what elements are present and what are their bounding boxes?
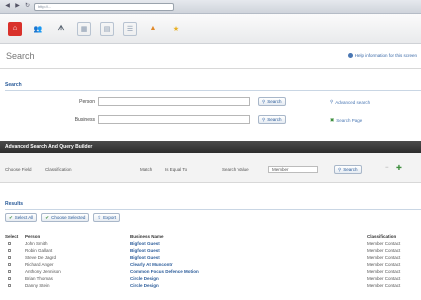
table-row[interactable]: John Smith Bigfoot Guest Member Contact bbox=[5, 241, 421, 248]
calendar-icon[interactable]: ▤ bbox=[100, 21, 114, 36]
home-icon[interactable]: ⌂ bbox=[8, 21, 22, 36]
page-icon: ▣ bbox=[330, 117, 335, 122]
match-select[interactable]: Is Equal To bbox=[165, 167, 187, 172]
table-row[interactable]: Robin Gallant Bigfoot Guest Member Contact bbox=[5, 248, 421, 255]
select-all-button[interactable]: ✔ Select All bbox=[5, 213, 38, 222]
row-checkbox[interactable] bbox=[5, 241, 19, 246]
business-label: Business bbox=[74, 117, 95, 123]
person-cell: Richard Anger bbox=[25, 262, 54, 267]
classification-cell: Member Contact bbox=[367, 262, 401, 267]
help-link[interactable]: Help information for this screen bbox=[347, 53, 417, 58]
business-link[interactable]: Circle Design bbox=[130, 283, 280, 288]
person-cell: John Smith bbox=[25, 241, 48, 246]
person-cell: Robin Gallant bbox=[25, 248, 53, 253]
person-label: Person bbox=[79, 99, 95, 105]
person-search-button[interactable]: ⚲ Search bbox=[258, 97, 286, 106]
results-section-title: Results bbox=[5, 201, 24, 207]
col-select: Select bbox=[5, 234, 19, 239]
classification-cell: Member Contact bbox=[367, 276, 401, 281]
match-label: Match bbox=[140, 167, 153, 172]
classification-cell: Member Contact bbox=[367, 248, 401, 253]
forward-icon[interactable]: ▶ bbox=[14, 3, 21, 10]
page-header: Search Help information for this screen bbox=[0, 44, 421, 69]
col-business: Business Name bbox=[130, 234, 164, 239]
list-icon[interactable]: ☰ bbox=[123, 21, 137, 36]
business-input[interactable] bbox=[98, 115, 250, 124]
check-icon: ✔ bbox=[45, 214, 50, 220]
business-link[interactable]: Clearly At Muncontr bbox=[130, 262, 280, 267]
business-link[interactable]: Common Focus Defence Motion bbox=[130, 269, 280, 274]
classification-cell: Member Contact bbox=[367, 269, 401, 274]
row-checkbox[interactable] bbox=[5, 262, 19, 267]
table-row[interactable]: Anthony Jennison Common Focus Defence Mot… bbox=[5, 269, 421, 276]
add-criteria-icon[interactable]: ✚ bbox=[396, 164, 402, 172]
advanced-search-button[interactable]: ⚲ Search bbox=[334, 165, 362, 174]
results-toolbar: ✔ Select All ✔ Choose Selected ⇪ Export bbox=[5, 213, 121, 222]
advanced-search-link[interactable]: ⚲ Advanced search bbox=[330, 99, 370, 105]
choose-field-label: Choose Field bbox=[5, 167, 32, 172]
export-icon: ⇪ bbox=[97, 214, 102, 220]
address-bar[interactable]: http://... bbox=[34, 2, 174, 11]
page-title: Search bbox=[6, 51, 35, 61]
grid-icon[interactable]: ▦ bbox=[77, 21, 91, 36]
remove-icon[interactable]: − bbox=[385, 165, 389, 171]
back-icon[interactable]: ◀ bbox=[4, 3, 11, 10]
refresh-icon[interactable]: ↻ bbox=[24, 3, 31, 10]
users-icon[interactable]: ᗑ bbox=[54, 22, 68, 36]
choose-field-select[interactable]: Classification bbox=[45, 167, 72, 172]
person-cell: Brian Thomas bbox=[25, 276, 53, 281]
section-divider bbox=[5, 90, 421, 91]
table-row[interactable]: Brian Thomas Circle Design Member Contact bbox=[5, 276, 421, 283]
classification-cell: Member Contact bbox=[367, 241, 401, 246]
advanced-section-title: Advanced Search And Query Builder bbox=[0, 141, 421, 153]
classification-cell: Member Contact bbox=[367, 283, 401, 288]
star-icon[interactable]: ★ bbox=[169, 22, 183, 36]
row-checkbox[interactable] bbox=[5, 255, 19, 260]
search-value-text: Member bbox=[272, 167, 289, 172]
person-cell: Anthony Jennison bbox=[25, 269, 61, 274]
section-divider bbox=[5, 209, 421, 210]
row-checkbox[interactable] bbox=[5, 283, 19, 288]
info-icon bbox=[347, 53, 353, 58]
table-row[interactable]: Danny Stein Circle Design Member Contact bbox=[5, 283, 421, 290]
choose-selected-button[interactable]: ✔ Choose Selected bbox=[41, 213, 90, 222]
person-cell: Danny Stein bbox=[25, 283, 50, 288]
search-icon: ⚲ bbox=[262, 116, 266, 122]
business-link[interactable]: Bigfoot Guest bbox=[130, 241, 280, 246]
table-header: Select Person Business Name Classificati… bbox=[5, 234, 421, 241]
export-button[interactable]: ⇪ Export bbox=[93, 213, 121, 222]
search-value-label: Search Value bbox=[222, 167, 249, 172]
search-icon: ⚲ bbox=[262, 98, 266, 104]
business-link[interactable]: Circle Design bbox=[130, 276, 280, 281]
results-table: Select Person Business Name Classificati… bbox=[5, 234, 421, 290]
search-section-title: Search bbox=[5, 82, 22, 88]
table-row[interactable]: Steve De Jagrd Bigfoot Guest Member Contac… bbox=[5, 255, 421, 262]
browser-bar: ◀ ▶ ↻ http://... bbox=[0, 0, 421, 14]
classification-cell: Member Contact bbox=[367, 255, 401, 260]
business-link[interactable]: Bigfoot Guest bbox=[130, 248, 280, 253]
business-link[interactable]: Bigfoot Guest bbox=[130, 255, 280, 260]
business-search-button[interactable]: ⚲ Search bbox=[258, 115, 286, 124]
row-checkbox[interactable] bbox=[5, 248, 19, 253]
magnifier-icon: ⚲ bbox=[330, 99, 334, 104]
alert-icon[interactable]: ▲ bbox=[146, 22, 160, 36]
people-icon[interactable]: 👥 bbox=[31, 22, 45, 36]
person-input[interactable] bbox=[98, 97, 250, 106]
person-cell: Steve De Jagrd bbox=[25, 255, 57, 260]
table-row[interactable]: Richard Anger Clearly At Muncontr Member C… bbox=[5, 262, 421, 269]
col-classification: Classification bbox=[367, 234, 397, 239]
search-icon: ⚲ bbox=[338, 166, 342, 172]
check-icon: ✔ bbox=[9, 214, 13, 220]
row-checkbox[interactable] bbox=[5, 269, 19, 274]
app-toolbar: ⌂ 👥 ᗑ ▦ ▤ ☰ ▲ ★ bbox=[0, 14, 421, 44]
col-person: Person bbox=[25, 234, 41, 239]
advanced-search-row: Choose Field Classification Match Is Equ… bbox=[0, 153, 421, 183]
help-link-label: Help information for this screen bbox=[354, 53, 417, 58]
search-page-link[interactable]: ▣ Search Page bbox=[330, 117, 362, 123]
row-checkbox[interactable] bbox=[5, 276, 19, 281]
